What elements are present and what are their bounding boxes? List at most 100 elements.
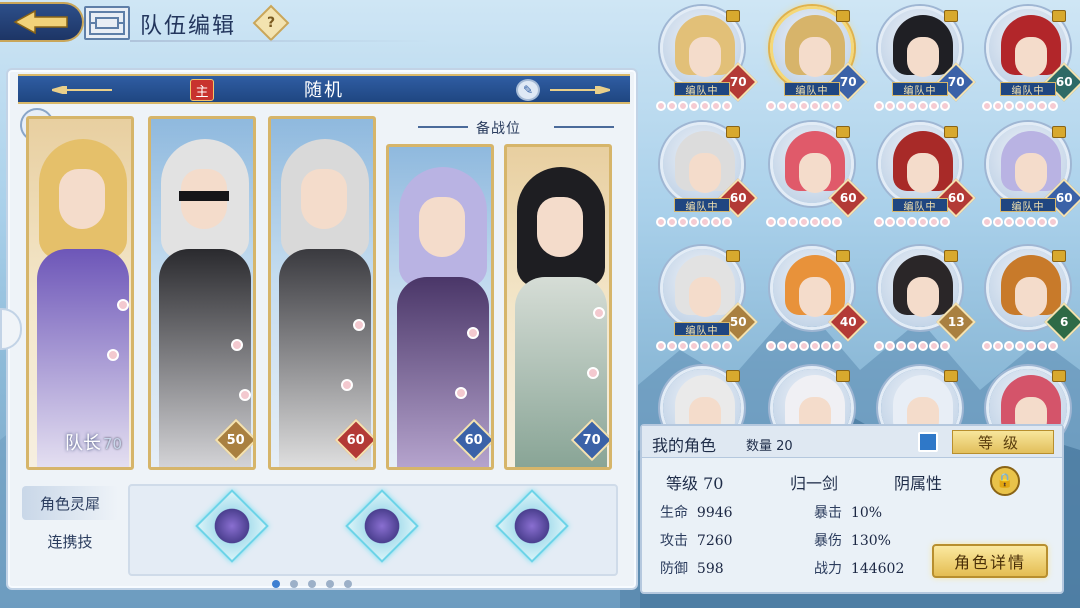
portrait-face (689, 153, 721, 193)
bond-slot-3[interactable] (495, 489, 569, 563)
blossom-decoration (982, 336, 1072, 351)
team-member-card-2[interactable]: 50 (148, 116, 256, 470)
blossom-decoration (766, 336, 856, 351)
team-bonus-area: 角色灵犀 连携技 (22, 484, 626, 584)
page-dot[interactable] (326, 580, 334, 588)
edit-team-name-icon[interactable]: ✎ (516, 79, 540, 101)
power-value: 144602 (850, 561, 905, 577)
roster-level: 60 (839, 190, 857, 205)
roster-character[interactable]: 50 编队中 (656, 246, 758, 356)
team-member-card-3[interactable]: 60 (268, 116, 376, 470)
character-count: 数量 20 (746, 439, 793, 454)
in-team-tag: 编队中 (784, 82, 840, 97)
roster-level: 40 (839, 314, 857, 329)
in-team-tag: 编队中 (674, 322, 730, 337)
character-details-button[interactable]: 角色详情 (932, 544, 1048, 578)
sect-name: 归一剑 (790, 474, 839, 493)
help-icon: ? (266, 15, 276, 31)
roster-character[interactable]: 6 (982, 246, 1080, 356)
reserve-divider-right (554, 126, 614, 128)
roster-character[interactable]: 70 编队中 (874, 6, 976, 116)
main-team-tag: 主 (190, 79, 214, 101)
page-dot[interactable] (308, 580, 316, 588)
lock-icon (944, 370, 958, 382)
lock-icon (836, 250, 850, 262)
reserve-divider-left (418, 126, 468, 128)
member-level: 60 (346, 432, 366, 448)
page-dot[interactable] (272, 580, 280, 588)
atk-label: 攻击 (660, 533, 688, 549)
attribute-type: 阴属性 (894, 474, 943, 493)
portrait-face (799, 277, 831, 317)
roster-character[interactable]: 70 编队中 (656, 6, 758, 116)
character-roster: 70 编队中 70 编队中 70 编队中 60 编队中 60 编队中 60 60 编队中 60 编队中 50 编… (650, 0, 1080, 450)
blossom-decoration (874, 336, 964, 351)
def-value: 598 (696, 561, 724, 577)
portrait-face (907, 277, 939, 317)
roster-character[interactable]: 13 (874, 246, 976, 356)
portrait-face (907, 153, 939, 193)
blossom-decoration (587, 367, 599, 379)
character-info-panel: 我的角色 数量 20 等级 等级 70 归一剑 阴属性 🔒 生命 9946 攻击… (640, 424, 1064, 594)
bond-slot-2[interactable] (345, 489, 419, 563)
lock-icon (726, 370, 740, 382)
roster-level: 6 (1059, 314, 1069, 329)
tab-combo-skill[interactable]: 连携技 (22, 524, 118, 558)
help-button[interactable]: ? (252, 4, 290, 42)
blossom-decoration (239, 389, 251, 401)
sort-by-level-button[interactable]: 等级 (952, 430, 1054, 454)
page-indicator (272, 580, 352, 588)
def-label: 防御 (660, 561, 688, 577)
lock-icon (836, 126, 850, 138)
my-characters-label: 我的角色 (652, 436, 717, 455)
lock-icon (944, 126, 958, 138)
tab-character-bond[interactable]: 角色灵犀 (22, 486, 118, 520)
character-face (537, 197, 583, 257)
sort-order-icon[interactable] (918, 432, 938, 452)
lock-icon[interactable]: 🔒 (990, 466, 1020, 496)
lock-icon (1052, 250, 1066, 262)
portrait-face (799, 37, 831, 77)
portrait-face (1015, 153, 1047, 193)
roster-level: 70 (729, 74, 747, 89)
page-dot[interactable] (344, 580, 352, 588)
top-bar: 队伍编辑 ? (0, 0, 650, 48)
roster-character[interactable]: 70 编队中 (766, 6, 868, 116)
roster-character[interactable]: 40 (766, 246, 868, 356)
blossom-decoration (766, 96, 856, 111)
hp-value: 9946 (696, 505, 733, 521)
roster-level: 60 (729, 190, 747, 205)
back-button[interactable] (0, 2, 84, 42)
roster-character[interactable]: 60 编队中 (982, 122, 1080, 232)
back-arrow-icon (13, 9, 68, 35)
member-level: 60 (464, 432, 484, 448)
roster-level: 60 (947, 190, 965, 205)
roster-character[interactable]: 60 编队中 (656, 122, 758, 232)
team-panel: 主 随机 ✎ ✦ 备战位 队长 70 50 60 (0, 68, 638, 590)
roster-level: 50 (729, 314, 747, 329)
team-member-card-1[interactable]: 队长 70 (26, 116, 134, 470)
page-title: 队伍编辑 (140, 14, 237, 39)
reserve-member-card-2[interactable]: 70 (504, 144, 612, 470)
roster-character[interactable]: 60 编队中 (982, 6, 1080, 116)
roster-character[interactable]: 60 (766, 122, 868, 232)
roster-character[interactable]: 60 编队中 (874, 122, 976, 232)
in-team-tag: 编队中 (1000, 82, 1056, 97)
blossom-decoration (656, 212, 746, 227)
side-handle[interactable] (0, 308, 22, 350)
portrait-face (1015, 37, 1047, 77)
blossom-decoration (874, 212, 964, 227)
in-team-tag: 编队中 (892, 82, 948, 97)
page-dot[interactable] (290, 580, 298, 588)
blossom-decoration (107, 349, 119, 361)
bond-slot-1[interactable] (195, 489, 269, 563)
crit-damage-value: 130% (850, 533, 891, 549)
roster-level: 70 (839, 74, 857, 89)
atk-value: 7260 (696, 533, 733, 549)
blossom-decoration (353, 319, 365, 331)
team-name[interactable]: 随机 (304, 76, 344, 102)
reserve-member-card-1[interactable]: 60 (386, 144, 494, 470)
blossom-decoration (766, 212, 856, 227)
roster-header: 我的角色 数量 20 等级 (642, 426, 1062, 458)
in-team-tag: 编队中 (892, 198, 948, 213)
